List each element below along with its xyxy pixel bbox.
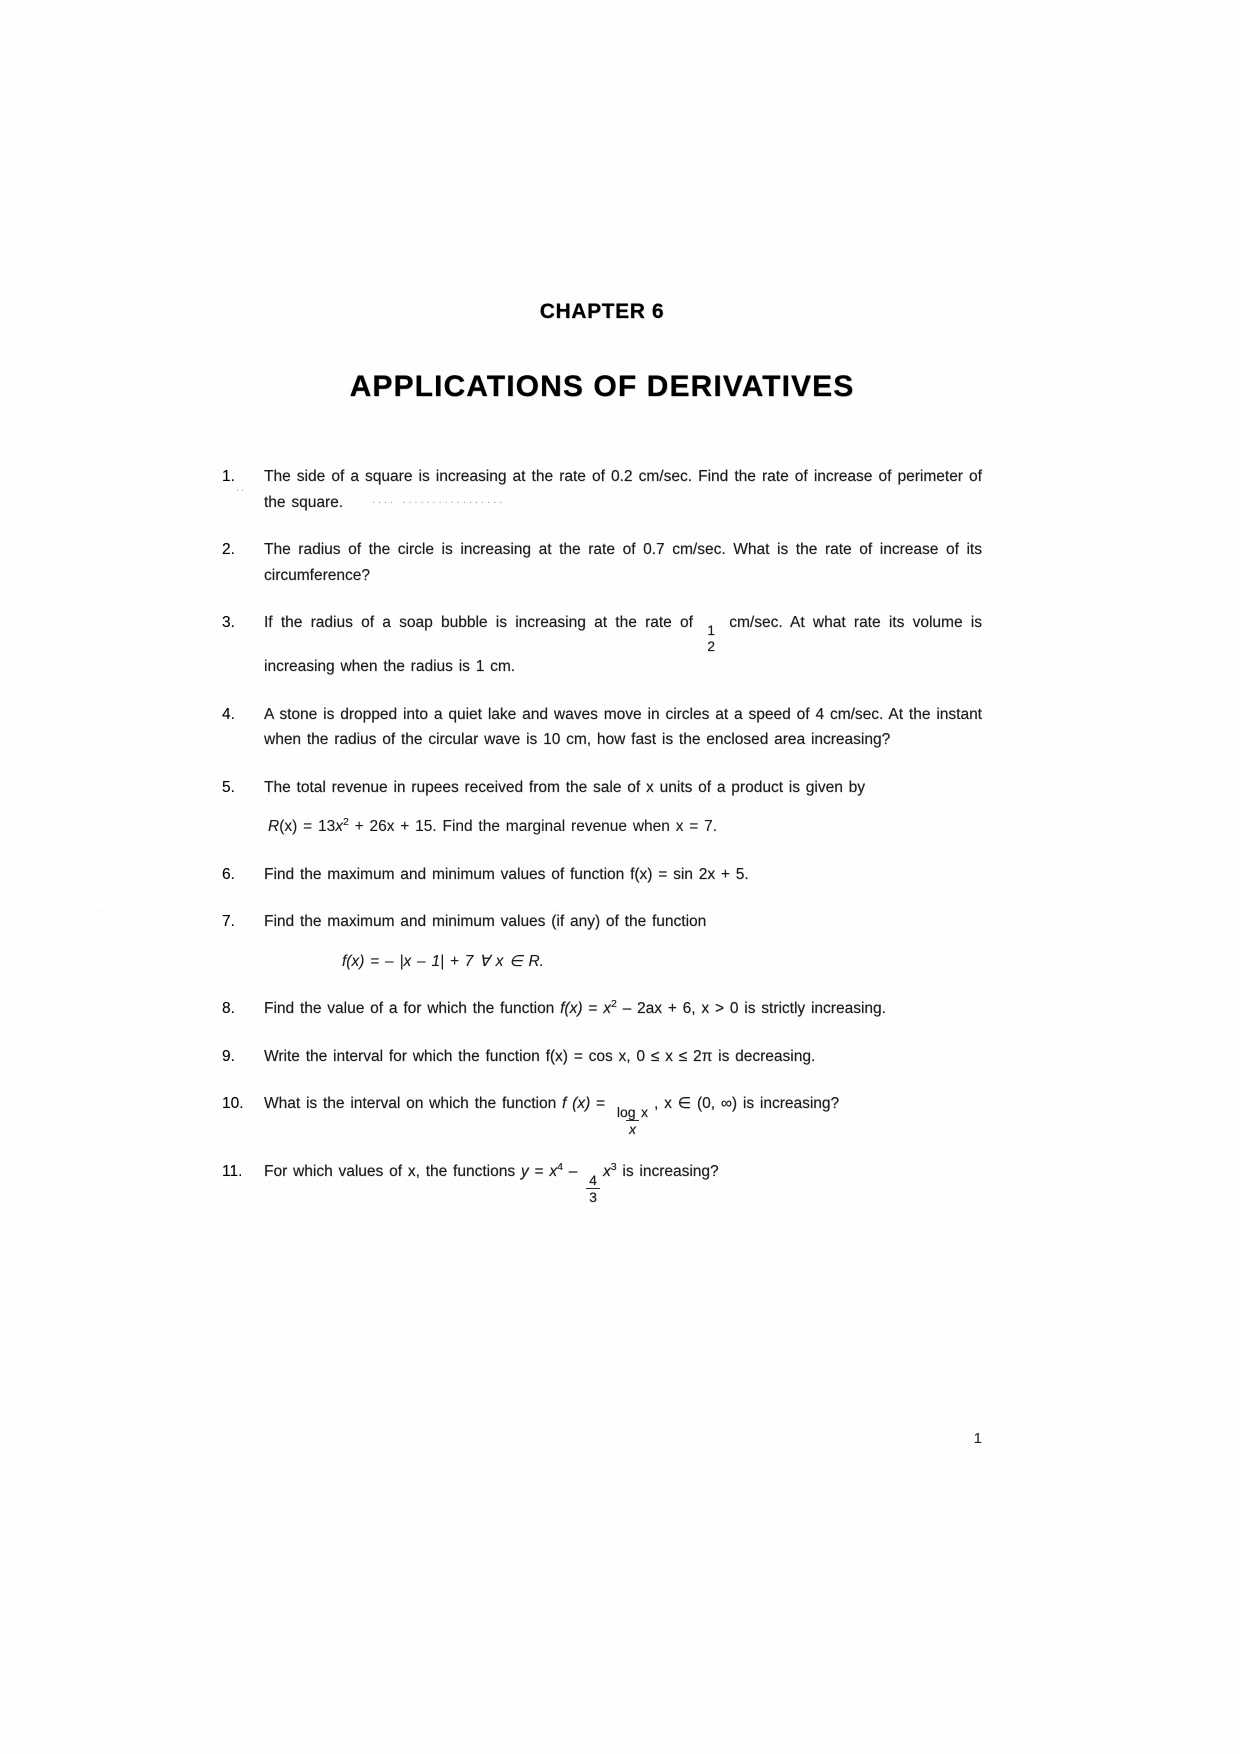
question-number: 11. bbox=[222, 1163, 243, 1181]
question-formula-absolute-value: f(x) = – |x – 1| + 7 ∀ x ∈ R. bbox=[342, 952, 544, 970]
question-item-1: 1. The side of a square is increasing at… bbox=[222, 464, 982, 515]
question-lead-text: For which values of x, the functions bbox=[264, 1163, 521, 1181]
question-item-9: 9. Write the interval for which the func… bbox=[222, 1044, 982, 1070]
formula-equals: = bbox=[590, 1095, 611, 1113]
formula-equals: = bbox=[582, 1000, 604, 1018]
formula-variable: x bbox=[603, 1000, 611, 1018]
question-item-5: 5. The total revenue in rupees received … bbox=[222, 775, 982, 840]
fraction-denominator: x bbox=[625, 1120, 639, 1137]
question-number: 5. bbox=[222, 778, 235, 796]
question-body-text: Find the maximum and minimum values (if … bbox=[264, 913, 707, 931]
question-text: Find the maximum and minimum values of f… bbox=[264, 865, 749, 883]
formula-lhs: y bbox=[520, 1163, 529, 1181]
page-number: 1 bbox=[973, 1430, 982, 1447]
question-number: 2. bbox=[222, 541, 235, 558]
question-number: 10. bbox=[222, 1095, 244, 1113]
fraction-denominator: 2 bbox=[707, 638, 715, 655]
question-tail-text: , x ∈ (0, ∞) is increasing? bbox=[653, 1095, 840, 1113]
question-item-8: 8. Find the value of a for which the fun… bbox=[222, 996, 982, 1022]
question-text: If the radius of a soap bubble is increa… bbox=[264, 610, 982, 680]
formula-equals: = bbox=[528, 1163, 550, 1181]
fraction-denominator: 3 bbox=[586, 1188, 600, 1205]
question-item-2: 2. The radius of the circle is increasin… bbox=[222, 537, 982, 588]
scan-artifact-dots-center: .... ................. bbox=[372, 494, 506, 506]
question-item-3: 3. If the radius of a soap bubble is inc… bbox=[222, 610, 982, 680]
question-list: 1. The side of a square is increasing at… bbox=[222, 464, 982, 1205]
formula-variable-first: x bbox=[549, 1163, 558, 1181]
question-number: 7. bbox=[222, 913, 235, 931]
formula-argument: (x) bbox=[279, 818, 298, 836]
question-number: 3. bbox=[222, 614, 235, 631]
question-lead-text: If the radius of a soap bubble is increa… bbox=[264, 614, 693, 631]
question-text: A stone is dropped into a quiet lake and… bbox=[264, 705, 982, 749]
question-lead-text: What is the interval on which the functi… bbox=[264, 1095, 563, 1113]
question-lead-text: Find the value of a for which the functi… bbox=[264, 1000, 561, 1018]
question-text: The radius of the circle is increasing a… bbox=[264, 541, 982, 584]
question-body-text: The total revenue in rupees received fro… bbox=[264, 778, 866, 796]
scan-artifact-dots-left: .. bbox=[236, 482, 247, 494]
question-item-4: 4. A stone is dropped into a quiet lake … bbox=[222, 702, 982, 753]
question-item-11: 11. For which values of x, the functions… bbox=[222, 1159, 982, 1205]
formula-function-name: R bbox=[268, 818, 280, 836]
formula-variable-second: x bbox=[602, 1163, 611, 1181]
fraction-log-x-over-x: log xx bbox=[614, 1105, 651, 1137]
question-text: What is the interval on which the functi… bbox=[264, 1091, 982, 1137]
question-number: 8. bbox=[222, 1000, 235, 1018]
question-text: The total revenue in rupees received fro… bbox=[264, 775, 982, 840]
question-text: The side of a square is increasing at th… bbox=[264, 468, 982, 511]
question-text: Find the value of a for which the functi… bbox=[264, 996, 982, 1022]
fraction-numerator: log x bbox=[616, 1103, 648, 1120]
question-item-7: 7. Find the maximum and minimum values (… bbox=[222, 909, 982, 974]
formula-minus: – bbox=[562, 1163, 584, 1181]
fraction-four-thirds: 43 bbox=[586, 1173, 600, 1205]
question-text: Write the interval for which the functio… bbox=[264, 1047, 816, 1065]
document-content: CHAPTER 6 APPLICATIONS OF DERIVATIVES ..… bbox=[222, 300, 982, 1227]
fraction-numerator: 1 bbox=[707, 621, 715, 638]
question-item-6: 6. Find the maximum and minimum values o… bbox=[222, 862, 982, 888]
formula-function-name: f (x) bbox=[562, 1095, 591, 1113]
question-formula-revenue: R(x) = 13x2 + 26x + 15. Find the margina… bbox=[264, 814, 982, 840]
document-page: CHAPTER 6 APPLICATIONS OF DERIVATIVES ..… bbox=[0, 0, 1240, 1754]
formula-equals: = 13 bbox=[297, 818, 336, 836]
formula-function-name: f(x) bbox=[560, 1000, 583, 1018]
formula-remainder: + 26x + 15. Find the marginal revenue wh… bbox=[348, 818, 718, 836]
question-number: 4. bbox=[222, 705, 235, 723]
fraction-one-half: 12 bbox=[704, 621, 718, 655]
question-number: 9. bbox=[222, 1047, 235, 1065]
chapter-label: CHAPTER 6 bbox=[539, 300, 665, 323]
question-text: Find the maximum and minimum values (if … bbox=[264, 909, 982, 974]
fraction-numerator: 4 bbox=[589, 1171, 597, 1188]
question-tail-text: – 2ax + 6, x > 0 is strictly increasing. bbox=[616, 1000, 886, 1018]
question-number: 6. bbox=[222, 865, 235, 883]
formula-variable: x bbox=[335, 818, 343, 836]
question-tail-text: is increasing? bbox=[616, 1163, 719, 1181]
page-title: APPLICATIONS OF DERIVATIVES bbox=[349, 370, 855, 403]
question-text: For which values of x, the functions y =… bbox=[264, 1159, 982, 1205]
question-item-10: 10. What is the interval on which the fu… bbox=[222, 1091, 982, 1137]
